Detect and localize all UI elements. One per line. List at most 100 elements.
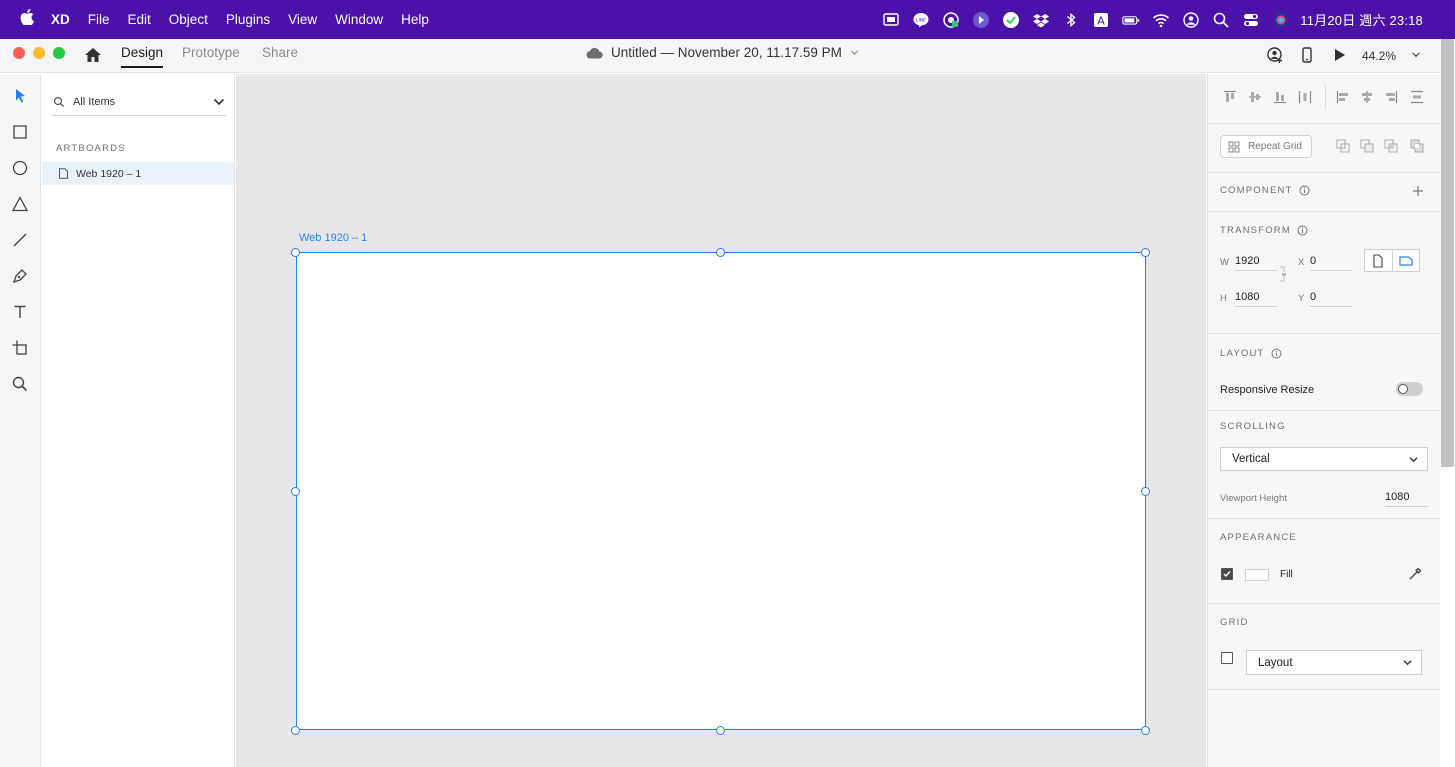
landscape-icon[interactable] — [1398, 253, 1414, 269]
design-canvas[interactable]: Web 1920 – 1 — [236, 74, 1206, 767]
menu-file[interactable]: File — [88, 12, 110, 27]
menubar-clock[interactable]: 11月20日 週六 23:18 — [1300, 10, 1423, 29]
resize-handle-bottom-right[interactable] — [1141, 726, 1150, 735]
vpn-status-icon[interactable] — [996, 0, 1026, 39]
align-center-icon[interactable] — [1359, 89, 1375, 105]
document-title[interactable]: Untitled — November 20, 11.17.59 PM — [585, 45, 859, 60]
resize-handle-bottom[interactable] — [716, 726, 725, 735]
menu-bar: XD File Edit Object Plugins View Window … — [0, 0, 1455, 39]
sidecar-icon[interactable] — [876, 0, 906, 39]
menu-window[interactable]: Window — [335, 12, 383, 27]
repeat-grid-icon — [1228, 141, 1240, 152]
zoom-tool-icon[interactable] — [9, 373, 31, 395]
resize-handle-top[interactable] — [716, 248, 725, 257]
bluetooth-icon[interactable] — [1056, 0, 1086, 39]
mobile-preview-icon[interactable] — [1298, 46, 1316, 67]
window-minimize-button[interactable] — [33, 47, 45, 59]
menu-view[interactable]: View — [288, 12, 317, 27]
menu-help[interactable]: Help — [401, 12, 429, 27]
distribute-vertical-icon[interactable] — [1409, 89, 1425, 105]
lock-aspect-icon[interactable] — [1277, 266, 1293, 282]
line-tool-icon[interactable] — [9, 229, 31, 251]
resize-handle-top-left[interactable] — [291, 248, 300, 257]
artboard[interactable] — [296, 252, 1146, 730]
repeat-grid-button[interactable]: Repeat Grid — [1220, 135, 1312, 158]
tab-prototype[interactable]: Prototype — [182, 45, 240, 60]
rectangle-tool-icon[interactable] — [9, 121, 31, 143]
height-input[interactable]: 1080 — [1235, 287, 1277, 307]
siri-icon[interactable] — [1266, 0, 1296, 39]
resize-handle-top-right[interactable] — [1141, 248, 1150, 257]
fill-checkbox[interactable] — [1221, 568, 1233, 580]
pen-tool-icon[interactable] — [9, 265, 31, 287]
width-label: W — [1220, 257, 1229, 268]
chevron-down-icon[interactable] — [212, 95, 226, 109]
zoom-chevron-icon[interactable] — [1410, 49, 1422, 64]
boolean-exclude-icon[interactable] — [1409, 138, 1425, 154]
scrolling-label: SCROLLING — [1220, 421, 1286, 432]
share-user-icon[interactable] — [1266, 46, 1284, 67]
line-app-icon[interactable]: LINE — [906, 0, 936, 39]
play-preview-icon[interactable] — [1330, 46, 1348, 67]
portrait-icon[interactable] — [1370, 253, 1386, 269]
boolean-subtract-icon[interactable] — [1359, 138, 1375, 154]
layer-item-artboard[interactable]: Web 1920 – 1 — [42, 162, 234, 185]
text-tool-icon[interactable] — [9, 301, 31, 323]
creative-cloud-icon[interactable] — [936, 0, 966, 39]
x-input[interactable]: 0 — [1310, 251, 1352, 271]
tab-share[interactable]: Share — [262, 45, 298, 60]
check-icon — [1223, 571, 1231, 578]
battery-icon[interactable] — [1116, 0, 1146, 39]
scrollbar-thumb[interactable] — [1441, 39, 1454, 467]
artboard-title[interactable]: Web 1920 – 1 — [299, 232, 367, 244]
add-component-icon[interactable] — [1410, 183, 1426, 199]
info-icon[interactable] — [1271, 348, 1282, 359]
tab-design[interactable]: Design — [121, 45, 164, 68]
eyedropper-icon[interactable] — [1407, 566, 1423, 582]
ellipse-tool-icon[interactable] — [9, 157, 31, 179]
menu-app-name[interactable]: XD — [51, 12, 70, 27]
control-center-icon[interactable] — [1236, 0, 1266, 39]
scrolling-section: SCROLLING Vertical Viewport Height 1080 — [1208, 411, 1441, 519]
fill-color-swatch[interactable] — [1245, 569, 1269, 581]
scrolling-select[interactable]: Vertical — [1220, 447, 1428, 471]
zoom-level[interactable]: 44.2% — [1362, 49, 1396, 63]
input-source-icon[interactable]: A — [1086, 0, 1116, 39]
dropbox-icon[interactable] — [1026, 0, 1056, 39]
menu-object[interactable]: Object — [169, 12, 208, 27]
spotlight-search-icon[interactable] — [1206, 0, 1236, 39]
align-bottom-icon[interactable] — [1272, 89, 1288, 105]
grid-checkbox[interactable] — [1221, 652, 1233, 664]
resize-handle-right[interactable] — [1141, 487, 1150, 496]
width-input[interactable]: 1920 — [1235, 251, 1277, 271]
wifi-icon[interactable] — [1146, 0, 1176, 39]
grid-type-select[interactable]: Layout — [1246, 650, 1422, 675]
distribute-horizontal-icon[interactable] — [1297, 89, 1313, 105]
home-icon[interactable] — [82, 44, 104, 66]
menu-plugins[interactable]: Plugins — [226, 12, 270, 27]
window-close-button[interactable] — [13, 47, 25, 59]
select-tool-icon[interactable] — [9, 85, 31, 107]
align-right-icon[interactable] — [1383, 89, 1399, 105]
apple-icon[interactable] — [12, 9, 42, 30]
y-input[interactable]: 0 — [1310, 287, 1352, 307]
menu-edit[interactable]: Edit — [128, 12, 151, 27]
layers-search[interactable]: All Items — [52, 88, 226, 116]
boolean-intersect-icon[interactable] — [1383, 138, 1399, 154]
info-icon[interactable] — [1299, 185, 1310, 196]
responsive-resize-toggle[interactable] — [1396, 382, 1423, 396]
align-left-icon[interactable] — [1335, 89, 1351, 105]
viewport-height-input[interactable]: 1080 — [1385, 487, 1428, 507]
polygon-tool-icon[interactable] — [9, 193, 31, 215]
resize-handle-bottom-left[interactable] — [291, 726, 300, 735]
forward-app-icon[interactable] — [966, 0, 996, 39]
user-account-icon[interactable] — [1176, 0, 1206, 39]
resize-handle-left[interactable] — [291, 487, 300, 496]
artboard-tool-icon[interactable] — [9, 337, 31, 359]
window-zoom-button[interactable] — [53, 47, 65, 59]
align-top-icon[interactable] — [1222, 89, 1238, 105]
boolean-add-icon[interactable] — [1335, 138, 1351, 154]
info-icon[interactable] — [1297, 225, 1308, 236]
component-label: COMPONENT — [1220, 185, 1310, 196]
align-middle-icon[interactable] — [1247, 89, 1263, 105]
